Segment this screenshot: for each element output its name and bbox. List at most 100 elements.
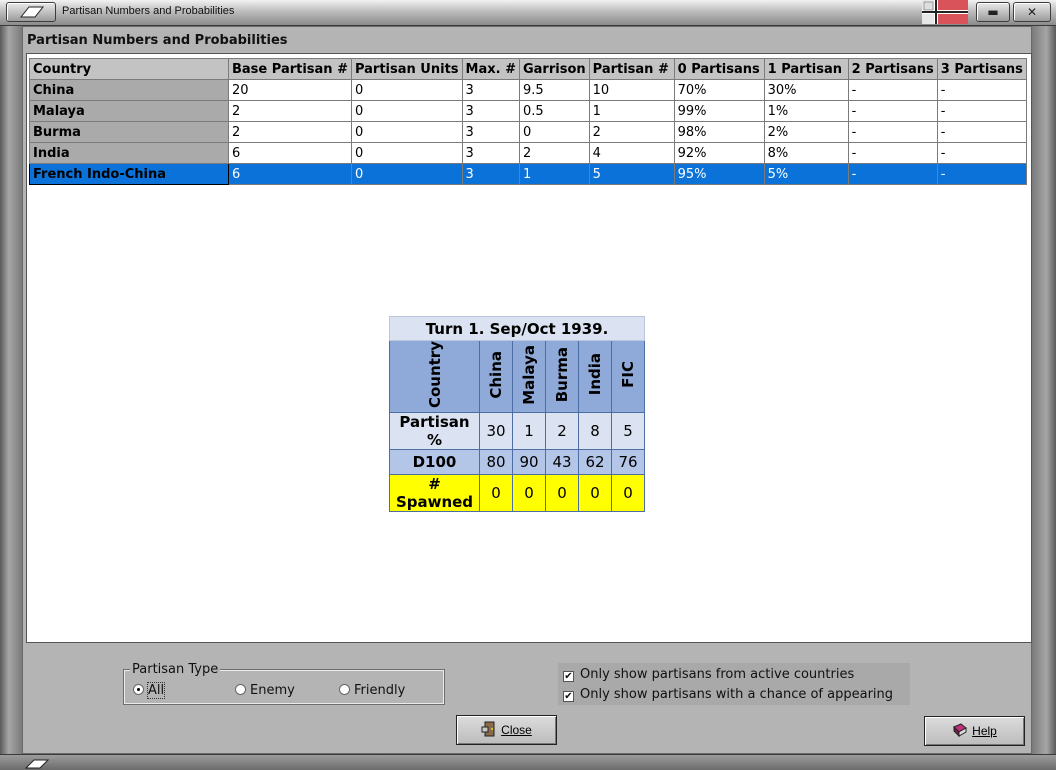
dialog-body: Partisan Numbers and Probabilities Count…: [22, 26, 1032, 754]
column-header[interactable]: 2 Partisans: [847, 58, 938, 80]
frame-bottom: [0, 754, 1056, 770]
active-countries-checkbox[interactable]: ✔ Only show partisans from active countri…: [563, 667, 854, 682]
table-row[interactable]: China 20 0 3 9.5 10 70% 30% - -: [29, 79, 1027, 101]
summary-country: Malaya: [512, 339, 546, 414]
table-cell: 5%: [763, 163, 849, 185]
table-cell: 2: [228, 100, 352, 122]
radio-friendly[interactable]: Friendly: [339, 683, 405, 698]
partisan-table: Country Base Partisan # Partisan Units M…: [29, 58, 1027, 185]
table-cell: -: [936, 142, 1027, 164]
table-cell: 2: [518, 142, 590, 164]
row-country: Burma: [29, 121, 229, 143]
table-cell: -: [847, 142, 938, 164]
table-cell: 0: [350, 142, 463, 164]
resize-grip-icon[interactable]: [24, 757, 50, 769]
table-cell: 95%: [673, 163, 765, 185]
table-cell: 2: [588, 121, 675, 143]
table-cell: 3: [461, 100, 520, 122]
radio-enemy[interactable]: Enemy: [235, 683, 295, 698]
column-header[interactable]: Country: [29, 58, 229, 80]
row-country: Malaya: [29, 100, 229, 122]
summary-cell: 0: [578, 474, 612, 513]
window-menu-icon: [19, 6, 45, 18]
column-header[interactable]: 1 Partisan: [763, 58, 849, 80]
table-cell: 8%: [763, 142, 849, 164]
summary-cell: 76: [611, 449, 645, 476]
checkmark-icon: ✔: [563, 671, 574, 682]
summary-cell: 30: [479, 412, 513, 451]
table-cell: 3: [461, 163, 520, 185]
table-cell: 30%: [763, 79, 849, 101]
frame-right: [1032, 26, 1056, 756]
close-button[interactable]: Close: [456, 715, 557, 745]
summary-cell: 43: [545, 449, 579, 476]
partisan-type-group: Partisan Type All Enemy Friendly: [123, 662, 445, 705]
column-header[interactable]: Garrison: [518, 58, 590, 80]
table-row[interactable]: Burma 2 0 3 0 2 98% 2% - -: [29, 121, 1027, 143]
summary-country: Burma: [545, 339, 579, 414]
table-cell: 3: [461, 142, 520, 164]
column-header[interactable]: Base Partisan #: [228, 58, 352, 80]
table-cell: 5: [588, 163, 675, 185]
summary-cell: 90: [512, 449, 546, 476]
help-button[interactable]: Help: [924, 716, 1025, 746]
title-bar: Partisan Numbers and Probabilities ▬ ✕: [0, 0, 1056, 26]
table-cell: 0: [350, 163, 463, 185]
summary-cell: 62: [578, 449, 612, 476]
summary-header-label: Country: [389, 339, 480, 414]
help-book-icon: [953, 723, 968, 738]
radio-all[interactable]: All: [133, 682, 166, 699]
summary-row-label: Partisan %: [389, 412, 480, 451]
summary-cell: 5: [611, 412, 645, 451]
summary-row: # Spawned 0 0 0 0 0: [389, 474, 645, 513]
table-cell: 0: [350, 121, 463, 143]
summary-cell: 8: [578, 412, 612, 451]
summary-row: Partisan % 30 1 2 8 5: [389, 412, 645, 451]
close-door-icon: [481, 721, 495, 737]
table-cell: -: [936, 79, 1027, 101]
table-cell: -: [847, 79, 938, 101]
table-cell: 1%: [763, 100, 849, 122]
table-cell: 1: [588, 100, 675, 122]
table-cell: -: [847, 163, 938, 185]
minimize-button[interactable]: ▬: [976, 2, 1010, 22]
table-row[interactable]: Malaya 2 0 3 0.5 1 99% 1% - -: [29, 100, 1027, 122]
summary-row-label: D100: [389, 449, 480, 476]
table-cell: 70%: [673, 79, 765, 101]
table-cell: 6: [228, 163, 352, 185]
summary-title: Turn 1. Sep/Oct 1939.: [389, 316, 645, 341]
summary-cell: 0: [611, 474, 645, 513]
summary-country: FIC: [611, 339, 645, 414]
close-window-button[interactable]: ✕: [1013, 2, 1051, 22]
column-header[interactable]: 3 Partisans: [936, 58, 1027, 80]
table-row[interactable]: India 6 0 3 2 4 92% 8% - -: [29, 142, 1027, 164]
summary-cell: 1: [512, 412, 546, 451]
table-cell: -: [936, 121, 1027, 143]
table-header-row: Country Base Partisan # Partisan Units M…: [29, 58, 1027, 80]
filter-panel: ✔ Only show partisans from active countri…: [558, 663, 910, 705]
chance-of-appearing-checkbox[interactable]: ✔ Only show partisans with a chance of ap…: [563, 687, 893, 702]
table-row-selected[interactable]: French Indo-China 6 0 3 1 5 95% 5% - -: [29, 163, 1027, 185]
frame-left: [0, 26, 22, 756]
table-cell: 4: [588, 142, 675, 164]
summary-cell: 0: [479, 474, 513, 513]
table-cell: 3: [461, 121, 520, 143]
flag-icon: [922, 0, 968, 24]
turn-summary: Turn 1. Sep/Oct 1939. Country China Mala…: [389, 316, 645, 513]
panel-heading: Partisan Numbers and Probabilities: [27, 33, 288, 48]
summary-cell: 80: [479, 449, 513, 476]
table-cell: 2%: [763, 121, 849, 143]
summary-cell: 0: [545, 474, 579, 513]
window-menu-button[interactable]: [6, 2, 56, 22]
column-header[interactable]: Max. #: [461, 58, 520, 80]
column-header[interactable]: Partisan #: [588, 58, 675, 80]
summary-row: D100 80 90 43 62 76: [389, 449, 645, 476]
table-cell: 0: [518, 121, 590, 143]
table-cell: 6: [228, 142, 352, 164]
table-cell: 0: [350, 79, 463, 101]
table-cell: 0: [350, 100, 463, 122]
summary-cell: 2: [545, 412, 579, 451]
row-country: French Indo-China: [29, 163, 229, 185]
column-header[interactable]: 0 Partisans: [673, 58, 765, 80]
column-header[interactable]: Partisan Units: [350, 58, 463, 80]
